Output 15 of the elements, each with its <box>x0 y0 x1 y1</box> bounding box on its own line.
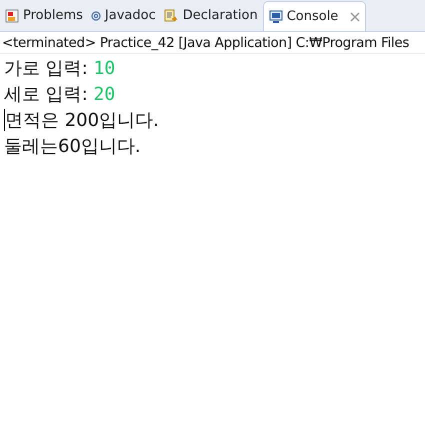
tab[interactable]: Console <box>262 1 366 31</box>
input-text: 20 <box>94 82 116 106</box>
output-text: 면적은 200입니다. <box>5 108 159 132</box>
tab[interactable]: Declaration <box>160 1 261 31</box>
output-text: 둘레는60입니다. <box>4 134 141 158</box>
problems-icon <box>5 9 19 23</box>
close-icon[interactable] <box>350 12 360 22</box>
tab[interactable]: Problems <box>2 1 86 31</box>
document-arrow-icon <box>164 8 179 24</box>
tab[interactable]: Javadoc <box>88 1 159 31</box>
monitor-icon <box>268 10 283 24</box>
status-line: <terminated> Practice_42 [Java Application] C:₩Program Files <box>0 32 425 54</box>
output-text: 세로 입력: <box>4 82 89 106</box>
input-text: 10 <box>94 56 116 80</box>
output-text: 가로 입력: <box>4 56 89 80</box>
